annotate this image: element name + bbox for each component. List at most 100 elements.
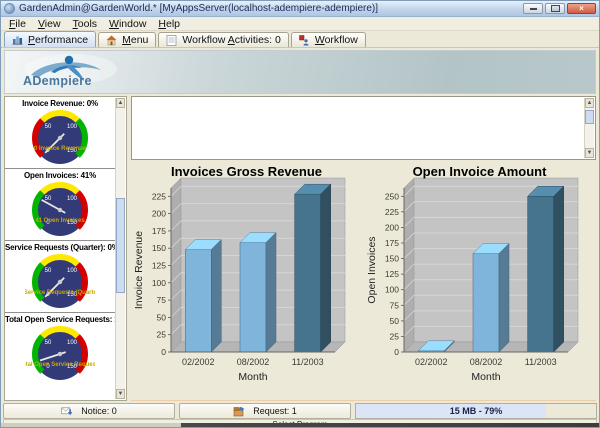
title-bar[interactable]: GardenAdmin@GardenWorld.* [MyAppsServer(… xyxy=(1,1,599,17)
logo-head-icon xyxy=(65,56,73,64)
gauge-section-invoice-revenue[interactable]: Invoice Revenue: 0%0501001500 Invoice Re… xyxy=(5,97,115,169)
restore-button[interactable] xyxy=(545,3,565,14)
svg-text:02/2002: 02/2002 xyxy=(415,357,448,367)
menu-view[interactable]: View xyxy=(32,18,67,30)
svg-text:25: 25 xyxy=(157,330,167,340)
charts-area: 0 25 50 75 100 125 150 175 200 225 02/2002 08/2002 1… xyxy=(131,162,596,401)
tab-label: Menu xyxy=(122,34,148,46)
logo-text: ADempiere xyxy=(23,74,92,88)
tab-label: Performance xyxy=(28,34,88,46)
detail-scrollbar-thumb[interactable] xyxy=(585,110,594,124)
svg-text:50: 50 xyxy=(45,340,52,346)
svg-text:100: 100 xyxy=(67,268,78,274)
menu-window[interactable]: Window xyxy=(103,18,152,30)
gauge-dial[interactable]: 050100150Total Open Service Requests xyxy=(5,324,115,384)
notice-label: Notice: 0 xyxy=(81,406,117,416)
gauge-title: Open Invoices: 41% xyxy=(5,171,115,180)
svg-text:175: 175 xyxy=(152,226,166,236)
tab-bar: Performance Menu Workflow Activities: 0 Wor… xyxy=(1,31,599,48)
svg-text:Open Invoices: Open Invoices xyxy=(366,236,378,303)
gauge-section-open-invoices[interactable]: Open Invoices: 41%05010015041 Open Invoi… xyxy=(5,169,115,241)
gauge-dial[interactable]: 0501001500 Service Requests (Quarter) xyxy=(5,252,115,312)
detail-scrollbar-track[interactable] xyxy=(585,108,594,148)
svg-text:200: 200 xyxy=(384,222,398,232)
menu-bar: FileViewToolsWindowHelp xyxy=(1,17,599,31)
workflow-icon xyxy=(299,35,311,46)
menu-help[interactable]: Help xyxy=(152,18,186,30)
svg-text:100: 100 xyxy=(67,340,78,346)
sidebar-scrollbar[interactable]: ▲ ▼ xyxy=(115,98,125,399)
svg-text:08/2002: 08/2002 xyxy=(469,357,502,367)
tab-menu[interactable]: Menu xyxy=(98,32,156,47)
svg-text:02/2002: 02/2002 xyxy=(182,357,215,367)
svg-text:Invoice Revenue: Invoice Revenue xyxy=(133,231,145,309)
restore-icon xyxy=(551,5,560,12)
gauge-dial[interactable]: 05010015041 Open Invoices xyxy=(5,180,115,240)
svg-text:200: 200 xyxy=(152,209,166,219)
svg-text:Invoices Gross Revenue: Invoices Gross Revenue xyxy=(171,164,322,179)
svg-text:0 Invoice Revenue: 0 Invoice Revenue xyxy=(34,146,87,152)
svg-text:50: 50 xyxy=(389,316,399,326)
svg-text:Total Open Service Requests: Total Open Service Requests xyxy=(25,362,95,368)
svg-text:100: 100 xyxy=(67,124,78,130)
bar-chart-icon xyxy=(12,34,24,45)
gauge-list: Invoice Revenue: 0%0501001500 Invoice Re… xyxy=(5,97,115,384)
request-icon xyxy=(233,406,245,417)
content-area: Invoice Revenue: 0% 0 50 100 150 0 Invoice Re… xyxy=(1,96,599,401)
notice-button[interactable]: Notice: 0 xyxy=(3,403,175,419)
svg-text:225: 225 xyxy=(384,207,398,217)
gauge-title: Invoice Revenue: 0% xyxy=(5,99,115,108)
tab-label: Workflow Activities: 0 xyxy=(182,34,280,46)
scroll-down-icon[interactable]: ▼ xyxy=(116,389,125,399)
tab-workflow-activities-0[interactable]: Workflow Activities: 0 xyxy=(158,32,288,47)
chart-open-invoice-amount[interactable]: 025507510012515017520022525002/200208/20… xyxy=(364,162,597,400)
home-icon xyxy=(106,35,118,46)
svg-text:Month: Month xyxy=(471,371,500,383)
tab-label: Workflow xyxy=(315,34,358,46)
tab-performance[interactable]: Performance xyxy=(4,31,96,47)
scroll-up-icon[interactable]: ▲ xyxy=(585,98,594,108)
gauge-title: Total Open Service Requests: 10% xyxy=(5,315,115,324)
scroll-down-icon[interactable]: ▼ xyxy=(585,148,594,158)
request-label: Request: 1 xyxy=(253,406,297,416)
minimize-button[interactable] xyxy=(523,3,543,14)
memory-indicator[interactable]: 15 MB - 79% xyxy=(355,403,597,419)
svg-text:75: 75 xyxy=(389,300,399,310)
chart-invoices-gross-revenue[interactable]: 025507510012515017520022502/200208/20021… xyxy=(131,162,364,400)
gauge-section-total-open-service-requests[interactable]: Total Open Service Requests: 10%05010015… xyxy=(5,313,115,384)
status-bar: Notice: 0 Request: 1 15 MB - 79% xyxy=(3,403,597,419)
svg-text:Open Invoice Amount: Open Invoice Amount xyxy=(412,164,547,179)
menu-file[interactable]: File xyxy=(3,18,32,30)
svg-text:125: 125 xyxy=(152,261,166,271)
svg-text:11/2003: 11/2003 xyxy=(292,357,324,367)
close-button[interactable]: × xyxy=(567,3,596,14)
performance-sidebar: Invoice Revenue: 0%0501001500 Invoice Re… xyxy=(4,96,127,401)
svg-text:125: 125 xyxy=(384,269,398,279)
svg-text:50: 50 xyxy=(45,268,52,274)
detail-panel-scrollbar[interactable]: ▲ ▼ xyxy=(584,98,594,158)
gauge-section-service-requests-quarter[interactable]: Service Requests (Quarter): 0%0501001500… xyxy=(5,241,115,313)
app-icon xyxy=(4,3,15,14)
svg-text:0 Service Requests (Quarter): 0 Service Requests (Quarter) xyxy=(25,290,95,296)
svg-text:Month: Month xyxy=(238,371,267,383)
taskbar-fragment xyxy=(1,423,599,427)
header-banner: ADempiere xyxy=(4,50,596,94)
svg-text:11/2003: 11/2003 xyxy=(524,357,556,367)
tab-workflow[interactable]: Workflow xyxy=(291,32,366,47)
sidebar-scrollbar-track[interactable] xyxy=(116,108,125,389)
gauge-dial[interactable]: 0501001500 Invoice Revenue xyxy=(5,108,115,168)
svg-text:0: 0 xyxy=(161,347,166,357)
detail-panel: ▲ ▼ xyxy=(131,96,596,160)
application-window: GardenAdmin@GardenWorld.* [MyAppsServer(… xyxy=(0,0,600,428)
svg-text:50: 50 xyxy=(45,124,52,130)
svg-text:100: 100 xyxy=(152,278,166,288)
svg-text:150: 150 xyxy=(384,254,398,264)
request-button[interactable]: Request: 1 xyxy=(179,403,351,419)
menu-tools[interactable]: Tools xyxy=(67,18,104,30)
memory-label: 15 MB - 79% xyxy=(450,406,503,416)
svg-text:50: 50 xyxy=(45,196,52,202)
sidebar-scrollbar-thumb[interactable] xyxy=(116,198,125,294)
svg-text:175: 175 xyxy=(384,238,398,248)
svg-text:100: 100 xyxy=(384,285,398,295)
scroll-up-icon[interactable]: ▲ xyxy=(116,98,125,108)
